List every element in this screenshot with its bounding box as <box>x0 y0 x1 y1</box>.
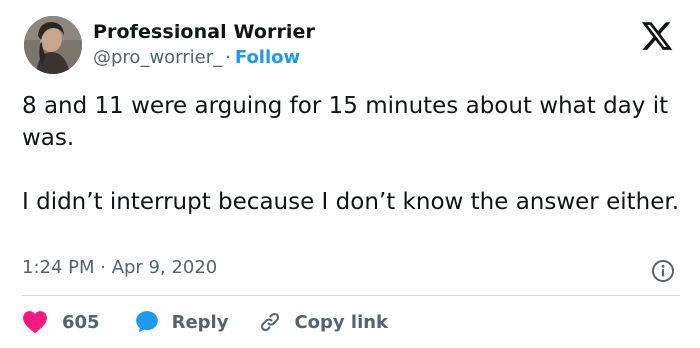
action-bar: 605 Reply Copy link <box>22 308 388 336</box>
x-logo-icon[interactable] <box>639 19 675 53</box>
like-button[interactable]: 605 <box>22 310 100 334</box>
tweet-text: 8 and 11 were arguing for 15 minutes abo… <box>22 90 682 218</box>
tweet-paragraph: 8 and 11 were arguing for 15 minutes abo… <box>22 93 669 151</box>
author-handle[interactable]: @pro_worrier_ <box>93 47 222 68</box>
heart-icon <box>23 311 47 334</box>
separator-dot: · <box>225 47 231 68</box>
tweet-card: Professional Worrier @pro_worrier_ · Follo… <box>0 0 700 348</box>
copy-link-label: Copy link <box>294 311 389 333</box>
info-icon[interactable] <box>651 259 675 283</box>
copy-link-button[interactable]: Copy link <box>258 310 388 334</box>
avatar[interactable] <box>24 16 82 74</box>
speech-bubble-icon <box>135 311 158 333</box>
reply-label: Reply <box>171 311 229 333</box>
tweet-timestamp[interactable]: 1:24 PM · Apr 9, 2020 <box>22 257 217 278</box>
follow-button[interactable]: Follow <box>235 47 300 68</box>
reply-button[interactable]: Reply <box>134 309 229 335</box>
like-count: 605 <box>62 311 100 333</box>
divider <box>22 295 680 296</box>
tweet-paragraph: I didn’t interrupt because I don’t know … <box>22 189 680 215</box>
link-icon <box>261 312 280 332</box>
author-handle-line: @pro_worrier_ · Follow <box>93 47 300 68</box>
author-name[interactable]: Professional Worrier <box>93 21 315 43</box>
